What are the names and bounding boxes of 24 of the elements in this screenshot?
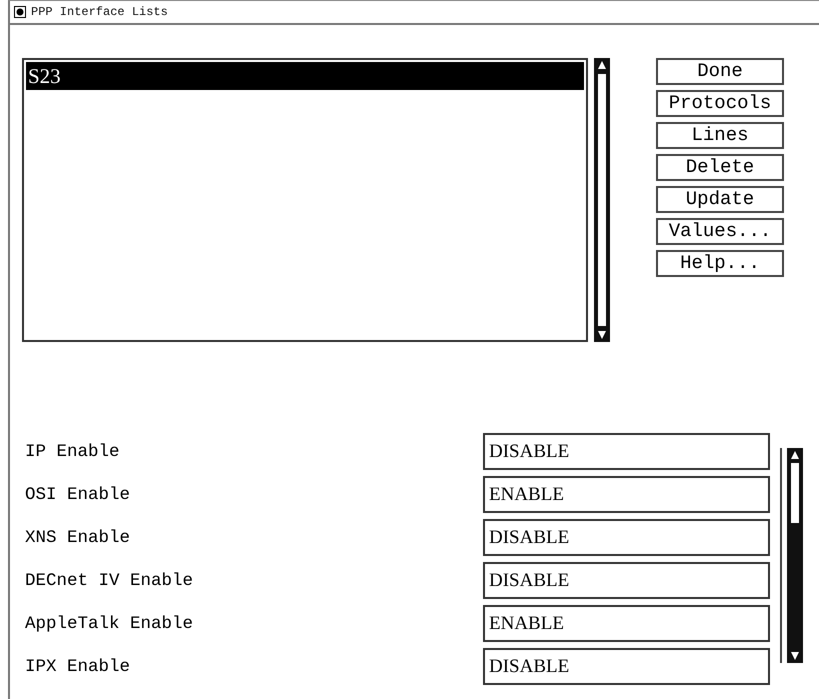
action-button[interactable]: Values... xyxy=(656,218,784,245)
value-field[interactable]: DISABLE xyxy=(483,648,770,685)
value-field[interactable]: DISABLE xyxy=(483,433,770,470)
value-field[interactable]: DISABLE xyxy=(483,562,770,599)
window-title: PPP Interface Lists xyxy=(31,5,168,19)
action-button[interactable]: Done xyxy=(656,58,784,85)
value-field[interactable]: DISABLE xyxy=(483,519,770,556)
setting-label: DECnet IV Enable xyxy=(25,570,194,590)
list-scrollbar[interactable] xyxy=(594,58,610,342)
action-button[interactable]: Lines xyxy=(656,122,784,149)
list-item[interactable]: S23 xyxy=(26,62,584,90)
action-button[interactable]: Delete xyxy=(656,154,784,181)
setting-label: IPX Enable xyxy=(25,656,132,676)
value-field[interactable]: ENABLE xyxy=(483,476,770,513)
setting-label: XNS Enable xyxy=(25,528,132,548)
setting-label: IP Enable xyxy=(25,442,121,462)
setting-label: AppleTalk Enable xyxy=(25,614,194,634)
window-menu-icon[interactable] xyxy=(14,6,26,18)
action-button[interactable]: Update xyxy=(656,186,784,213)
value-field[interactable]: ENABLE xyxy=(483,605,770,642)
action-button[interactable]: Protocols xyxy=(656,90,784,117)
setting-label: OSI Enable xyxy=(25,484,132,504)
settings-scrollbar[interactable] xyxy=(787,448,803,663)
action-button[interactable]: Help... xyxy=(656,250,784,277)
